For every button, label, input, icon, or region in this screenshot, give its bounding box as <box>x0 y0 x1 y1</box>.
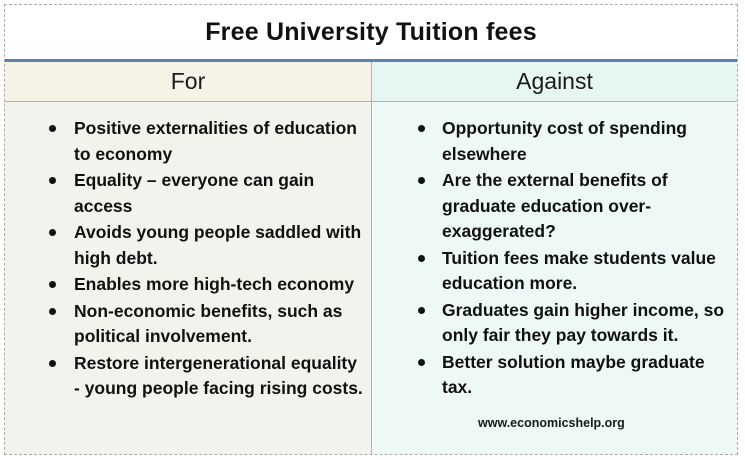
list-item: Positive externalities of education to e… <box>5 116 363 167</box>
for-column: For Positive externalities of education … <box>5 62 371 454</box>
list-item-text: Better solution maybe graduate tax. <box>442 351 705 398</box>
comparison-table: For Positive externalities of education … <box>5 62 737 454</box>
list-item: Tuition fees make students value educati… <box>372 246 729 297</box>
bullet-icon <box>418 125 425 132</box>
list-item: Are the external benefits of graduate ed… <box>372 168 729 245</box>
for-column-header: For <box>5 62 371 102</box>
list-item: Graduates gain higher income, so only fa… <box>372 298 729 349</box>
list-item-text: Tuition fees make students value educati… <box>442 247 716 294</box>
bullet-icon <box>418 177 425 184</box>
list-item-text: Restore intergenerational equality - you… <box>74 352 363 399</box>
list-item-text: Graduates gain higher income, so only fa… <box>442 299 725 346</box>
page-title: Free University Tuition fees <box>205 17 537 46</box>
title-bar: Free University Tuition fees <box>5 5 737 59</box>
list-item-text: Opportunity cost of spending elsewhere <box>442 118 687 164</box>
list-item: Opportunity cost of spending elsewhere <box>372 116 729 167</box>
against-column: Against Opportunity cost of spending els… <box>371 62 737 454</box>
bullet-icon <box>49 359 56 367</box>
list-item: Better solution maybe graduate tax. <box>372 350 729 401</box>
list-item-text: Avoids young people saddled with high de… <box>74 222 362 268</box>
source-credit: www.economicshelp.org <box>478 416 625 430</box>
for-list: Positive externalities of education to e… <box>5 102 371 402</box>
bullet-icon <box>418 358 425 366</box>
list-item: Avoids young people saddled with high de… <box>5 220 363 271</box>
bullet-icon <box>49 307 56 315</box>
against-list: Opportunity cost of spending elsewhere A… <box>372 102 737 401</box>
bullet-icon <box>49 125 56 132</box>
list-item: Equality – everyone can gain access <box>5 168 363 219</box>
list-item-text: Positive externalities of education to e… <box>74 118 357 164</box>
list-item: Restore intergenerational equality - you… <box>5 351 363 402</box>
against-column-header: Against <box>372 62 737 102</box>
list-item-text: Enables more high-tech economy <box>74 274 355 294</box>
bullet-icon <box>49 229 56 236</box>
bullet-icon <box>418 306 425 314</box>
list-item-text: Equality – everyone can gain access <box>74 170 315 216</box>
bullet-icon <box>49 281 56 288</box>
list-item: Non-economic benefits, such as political… <box>5 299 363 350</box>
bullet-icon <box>49 177 56 184</box>
list-item-text: Non-economic benefits, such as political… <box>74 300 343 347</box>
list-item-text: Are the external benefits of graduate ed… <box>442 170 668 241</box>
bullet-icon <box>418 254 425 262</box>
list-item: Enables more high-tech economy <box>5 272 363 298</box>
